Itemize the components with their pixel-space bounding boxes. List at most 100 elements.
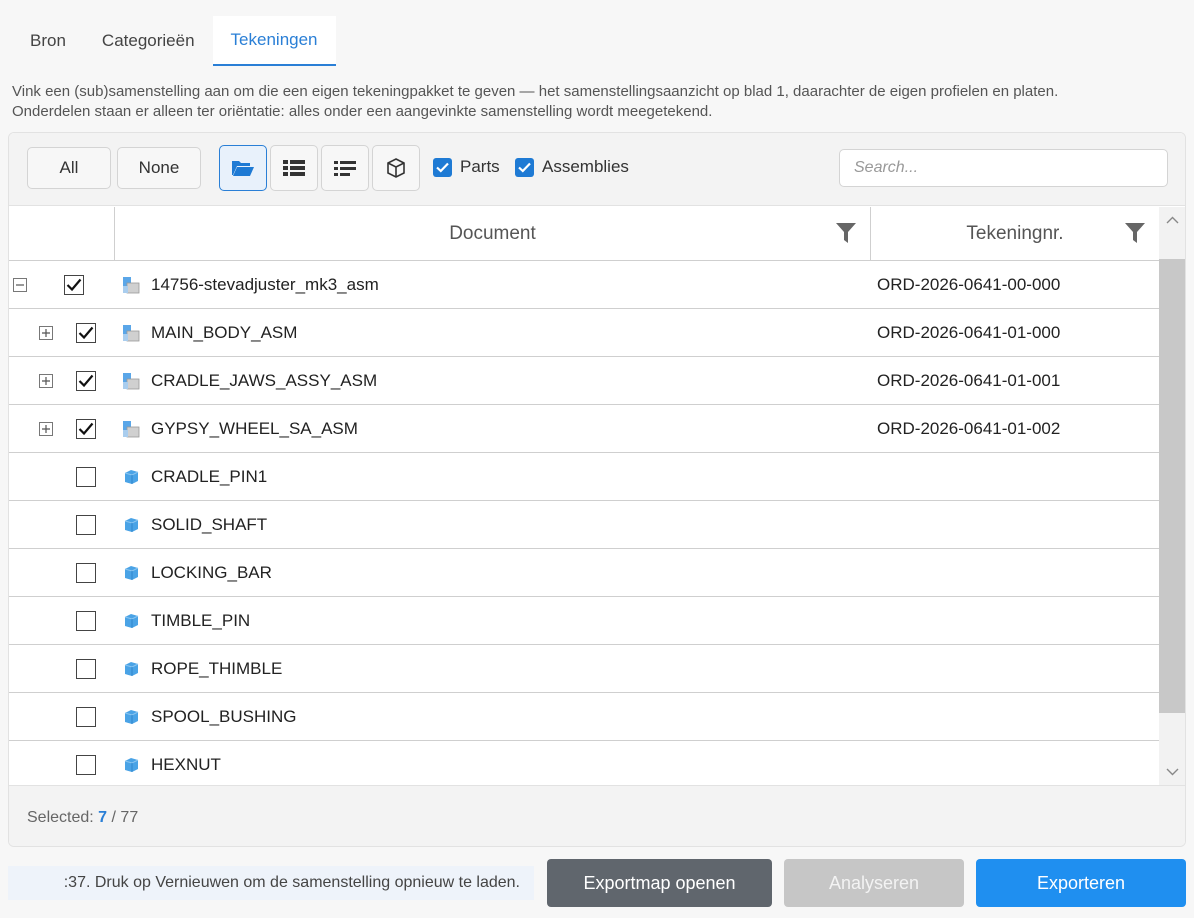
tab-categorieen[interactable]: Categorieën xyxy=(84,16,213,66)
row-document-name: HEXNUT xyxy=(151,755,221,774)
table-row[interactable]: SPOOL_BUSHING xyxy=(9,693,1159,741)
selection-total: / 77 xyxy=(111,809,139,826)
row-document-name: SPOOL_BUSHING xyxy=(151,707,297,726)
part-icon xyxy=(122,564,140,587)
document-grid: Document Tekeningnr. 14756-stevadjuster_… xyxy=(9,207,1159,785)
part-icon xyxy=(122,660,140,683)
folder-open-icon xyxy=(232,161,254,176)
row-drawing-nr: ORD-2026-0641-01-000 xyxy=(877,323,1061,342)
collapse-icon[interactable] xyxy=(13,278,27,292)
row-document-name: CRADLE_PIN1 xyxy=(151,467,268,486)
filter-funnel-icon[interactable] xyxy=(836,223,856,243)
row-checkbox[interactable] xyxy=(76,659,96,679)
list-compact-icon xyxy=(334,161,356,176)
column-header-drawing-nr-label: Tekeningnr. xyxy=(966,223,1064,244)
scrollbar-thumb[interactable] xyxy=(1159,259,1185,713)
row-drawing-nr: ORD-2026-0641-01-001 xyxy=(877,371,1061,390)
description-line-1: Vink een (sub)samenstelling aan om die e… xyxy=(12,83,1059,100)
expand-icon[interactable] xyxy=(39,326,53,340)
document-panel: All None Parts Assemblies Search... Docu… xyxy=(8,132,1186,847)
select-none-button[interactable]: None xyxy=(117,147,201,189)
part-icon xyxy=(122,612,140,635)
row-document-name: SOLID_SHAFT xyxy=(151,515,268,534)
folder-view-button[interactable] xyxy=(219,145,267,191)
table-row[interactable]: 14756-stevadjuster_mk3_asm ORD-2026-0641-… xyxy=(9,261,1159,309)
analyse-button[interactable]: Analyseren xyxy=(784,859,964,907)
assembly-icon xyxy=(122,372,140,395)
tab-bron[interactable]: Bron xyxy=(12,16,84,66)
column-header-document-label: Document xyxy=(449,223,536,244)
part-icon xyxy=(122,756,140,779)
checkmark-icon xyxy=(433,157,452,177)
table-row[interactable]: MAIN_BODY_ASM ORD-2026-0641-01-000 xyxy=(9,309,1159,357)
table-row[interactable]: ROPE_THIMBLE xyxy=(9,645,1159,693)
table-row[interactable]: GYPSY_WHEEL_SA_ASM ORD-2026-0641-01-002 xyxy=(9,405,1159,453)
list-detailed-icon xyxy=(283,160,305,176)
selection-count: 7 xyxy=(98,809,108,826)
expand-icon[interactable] xyxy=(39,422,53,436)
assembly-icon xyxy=(122,324,140,347)
part-icon xyxy=(122,516,140,539)
tab-tekeningen[interactable]: Tekeningen xyxy=(212,16,336,66)
row-checkbox[interactable] xyxy=(76,323,96,343)
detailed-list-view-button[interactable] xyxy=(270,145,318,191)
part-icon xyxy=(122,468,140,491)
row-drawing-nr: ORD-2026-0641-01-002 xyxy=(877,419,1061,438)
row-document-name: ROPE_THIMBLE xyxy=(151,659,283,678)
expand-icon[interactable] xyxy=(39,374,53,388)
row-checkbox[interactable] xyxy=(76,611,96,631)
table-row[interactable]: TIMBLE_PIN xyxy=(9,597,1159,645)
checkmark-icon xyxy=(515,157,534,177)
table-row[interactable]: CRADLE_PIN1 xyxy=(9,453,1159,501)
table-row[interactable]: HEXNUT xyxy=(9,741,1159,785)
row-document-name: CRADLE_JAWS_ASSY_ASM xyxy=(151,371,378,390)
row-checkbox[interactable] xyxy=(76,563,96,583)
chevron-up-icon[interactable] xyxy=(1166,213,1179,226)
toolbar: All None Parts Assemblies Search... xyxy=(9,133,1185,206)
cube-icon xyxy=(387,158,405,178)
description: Vink een (sub)samenstelling aan om die e… xyxy=(12,82,1187,122)
row-document-name: LOCKING_BAR xyxy=(151,563,272,582)
row-document-name: GYPSY_WHEEL_SA_ASM xyxy=(151,419,358,438)
filter-parts-label: Parts xyxy=(460,157,500,176)
assembly-icon xyxy=(122,276,140,299)
row-checkbox[interactable] xyxy=(76,419,96,439)
column-header-drawing-nr[interactable]: Tekeningnr. xyxy=(871,207,1159,261)
compact-list-view-button[interactable] xyxy=(321,145,369,191)
row-checkbox[interactable] xyxy=(76,515,96,535)
selection-label: Selected: xyxy=(27,809,94,826)
row-checkbox[interactable] xyxy=(76,755,96,775)
part-icon xyxy=(122,708,140,731)
search-input[interactable] xyxy=(839,149,1168,187)
grid-scrollbar[interactable] xyxy=(1159,207,1185,785)
description-line-2: Onderdelen staan er alleen ter oriëntati… xyxy=(12,103,713,120)
selection-footer xyxy=(9,785,1185,846)
open-export-folder-button[interactable]: Exportmap openen xyxy=(547,859,772,907)
filter-assemblies-checkbox[interactable]: Assemblies xyxy=(515,157,629,177)
grid-body: 14756-stevadjuster_mk3_asm ORD-2026-0641-… xyxy=(9,261,1159,785)
table-row[interactable]: LOCKING_BAR xyxy=(9,549,1159,597)
row-checkbox[interactable] xyxy=(76,371,96,391)
row-drawing-nr: ORD-2026-0641-00-000 xyxy=(877,275,1061,294)
row-checkbox[interactable] xyxy=(76,467,96,487)
row-document-name: MAIN_BODY_ASM xyxy=(151,323,298,342)
filter-funnel-icon[interactable] xyxy=(1125,223,1145,243)
selection-summary: Selected: 7 / 77 xyxy=(27,809,138,827)
grid-header: Document Tekeningnr. xyxy=(9,207,1159,261)
table-row[interactable]: CRADLE_JAWS_ASSY_ASM ORD-2026-0641-01-001 xyxy=(9,357,1159,405)
table-row[interactable]: SOLID_SHAFT xyxy=(9,501,1159,549)
select-all-button[interactable]: All xyxy=(27,147,111,189)
row-checkbox[interactable] xyxy=(64,275,84,295)
row-checkbox[interactable] xyxy=(76,707,96,727)
filter-parts-checkbox[interactable]: Parts xyxy=(433,157,500,177)
filter-assemblies-label: Assemblies xyxy=(542,157,629,176)
3d-view-button[interactable] xyxy=(372,145,420,191)
column-header-document[interactable]: Document xyxy=(114,207,871,261)
export-button[interactable]: Exporteren xyxy=(976,859,1186,907)
assembly-icon xyxy=(122,420,140,443)
chevron-down-icon[interactable] xyxy=(1166,765,1179,778)
row-document-name: TIMBLE_PIN xyxy=(151,611,251,630)
status-message: :37. Druk op Vernieuwen om de samenstell… xyxy=(8,866,534,900)
row-document-name: 14756-stevadjuster_mk3_asm xyxy=(151,275,379,294)
tab-bar: Bron Categorieën Tekeningen xyxy=(12,16,336,66)
